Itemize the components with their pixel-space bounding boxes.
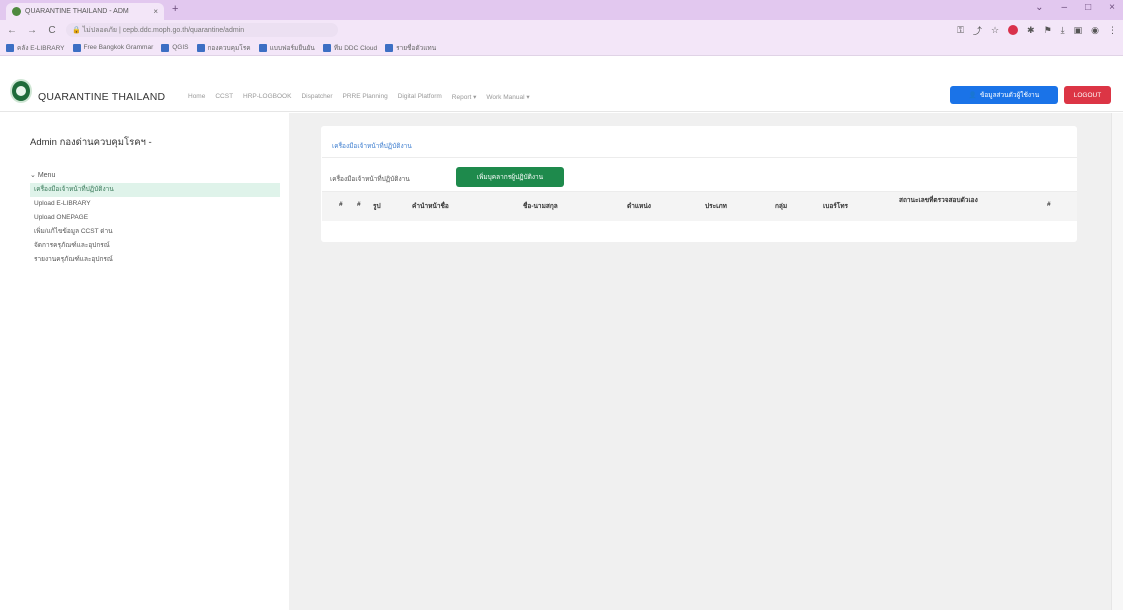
minimize-icon[interactable]: – bbox=[1062, 2, 1068, 13]
menu-digital-platform[interactable]: Digital Platform bbox=[398, 93, 442, 101]
col-prefix[interactable]: คำนำหน้าชื่อ bbox=[412, 201, 449, 211]
bookmark-item[interactable]: ทีม DDC Cloud bbox=[322, 43, 377, 53]
key-icon[interactable]: ⚿ bbox=[957, 25, 964, 36]
bookmarks-bar: คลัง E-LIBRARY Free Bangkok Grammar QGIS… bbox=[0, 40, 1123, 56]
forward-icon[interactable]: → bbox=[26, 25, 38, 36]
maximize-icon[interactable]: □ bbox=[1085, 2, 1091, 13]
close-window-icon[interactable]: × bbox=[1109, 2, 1115, 13]
menu-hrp-logbook[interactable]: HRP-LOGBOOK bbox=[243, 93, 291, 101]
pin-icon[interactable]: ✱ bbox=[1027, 25, 1035, 36]
download-icon[interactable]: ⤓ bbox=[1061, 25, 1065, 36]
back-icon[interactable]: ← bbox=[6, 25, 18, 36]
extensions-area: ⚿ ⤴ ☆ ✱ ⚑ ⤓ ▣ ◉ ⋮ bbox=[957, 24, 1117, 37]
logo-emblem-icon bbox=[16, 86, 26, 96]
menu-home[interactable]: Home bbox=[188, 93, 205, 101]
main-menu: Home CCST HRP-LOGBOOK Dispatcher PRRE Pl… bbox=[188, 93, 530, 101]
address-bar-row: ← → C 🔒 ไม่ปลอดภัย | cepb.ddc.moph.go.th… bbox=[0, 20, 1123, 40]
col-name[interactable]: ชื่อ-นามสกุล bbox=[523, 201, 558, 211]
share-icon[interactable]: ⤴ bbox=[973, 24, 982, 37]
sidebar-item-upload-onepage[interactable]: Upload ONEPAGE bbox=[30, 211, 280, 225]
bookmark-item[interactable]: รายชื่อตัวแทน bbox=[385, 43, 436, 53]
sidebar-menu-header[interactable]: ⌄ Menu bbox=[30, 171, 280, 183]
menu-work-manual[interactable]: Work Manual ▾ bbox=[486, 93, 529, 101]
bookmark-icon bbox=[258, 43, 267, 52]
add-staff-button[interactable]: เพิ่มบุคลากรผู้ปฏิบัติงาน bbox=[456, 167, 564, 187]
browser-tab-title: QUARANTINE THAILAND - ADM bbox=[25, 8, 129, 15]
menu-prre-planning[interactable]: PRRE Planning bbox=[343, 93, 388, 101]
bookmark-item[interactable]: Free Bangkok Grammar bbox=[72, 43, 153, 52]
bookmark-icon bbox=[161, 43, 170, 52]
col-select[interactable]: # bbox=[339, 201, 343, 208]
kebab-menu-icon[interactable]: ⋮ bbox=[1108, 25, 1117, 36]
site-favicon-icon bbox=[12, 7, 21, 16]
col-group[interactable]: กลุ่ม bbox=[775, 201, 787, 211]
bookmark-item[interactable]: แบบฟอร์มยืนยัน bbox=[258, 43, 315, 53]
brand-title[interactable]: QUARANTINE THAILAND bbox=[38, 91, 165, 103]
page-scrollbar[interactable] bbox=[1111, 113, 1123, 610]
sidepanel-icon[interactable]: ▣ bbox=[1074, 25, 1083, 36]
url-bar[interactable]: 🔒 ไม่ปลอดภัย | cepb.ddc.moph.go.th/quara… bbox=[66, 23, 338, 37]
bookmark-icon bbox=[6, 43, 14, 52]
sidebar-menu-label: Menu bbox=[37, 172, 56, 179]
reload-icon[interactable]: C bbox=[46, 25, 58, 36]
bookmark-item[interactable]: QGIS bbox=[161, 43, 189, 52]
sidebar-item-manage-equipment[interactable]: จัดการครุภัณฑ์และอุปกรณ์ bbox=[30, 239, 280, 253]
close-tab-icon[interactable]: × bbox=[153, 7, 158, 16]
extension-icon[interactable]: ⚑ bbox=[1044, 25, 1052, 36]
new-tab-icon[interactable]: + bbox=[172, 3, 178, 15]
user-icon: 👤 bbox=[968, 92, 977, 99]
sidebar-item-staff-tools[interactable]: เครื่องมือเจ้าหน้าที่ปฏิบัติงาน bbox=[30, 183, 280, 197]
window-controls: ⌄ – □ × bbox=[1035, 2, 1115, 13]
card-divider bbox=[322, 157, 1077, 158]
bookmark-item[interactable]: กองควบคุมโรค bbox=[196, 43, 251, 53]
bookmark-icon bbox=[322, 43, 331, 52]
star-icon[interactable]: ☆ bbox=[991, 25, 999, 36]
col-phone[interactable]: เบอร์โทร bbox=[823, 201, 848, 211]
user-profile-button[interactable]: 👤 ข้อมูลส่วนตัวผู้ใช้งาน bbox=[950, 86, 1058, 104]
browser-tab-strip bbox=[0, 0, 1123, 20]
sidebar-title: Admin กองด่านควบคุมโรคฯ - bbox=[30, 137, 152, 148]
col-position[interactable]: ตำแหน่ง bbox=[627, 201, 651, 211]
card-title-link[interactable]: เครื่องมือเจ้าหน้าที่ปฏิบัติงาน bbox=[332, 141, 412, 151]
tab-search-icon[interactable]: ⌄ bbox=[1035, 2, 1043, 13]
sidebar-item-ccst-data[interactable]: เพิ่ม/แก้ไขข้อมูล CCST ด่าน bbox=[30, 225, 280, 239]
bookmark-icon bbox=[72, 43, 81, 52]
user-profile-label: ข้อมูลส่วนตัวผู้ใช้งาน bbox=[979, 92, 1040, 99]
bookmark-item[interactable]: คลัง E-LIBRARY bbox=[6, 43, 65, 53]
sidebar-item-equipment-report[interactable]: รายงานครุภัณฑ์และอุปกรณ์ bbox=[30, 253, 280, 267]
profile-icon[interactable]: ◉ bbox=[1091, 25, 1099, 36]
col-status[interactable]: สถานะเลขที่ตรวจสอบตัวเอง bbox=[899, 196, 987, 205]
content-card bbox=[321, 126, 1077, 242]
sidebar-item-upload-elibrary[interactable]: Upload E-LIBRARY bbox=[30, 197, 280, 211]
col-type[interactable]: ประเภท bbox=[705, 201, 727, 211]
sidebar-menu: ⌄ Menu เครื่องมือเจ้าหน้าที่ปฏิบัติงาน U… bbox=[30, 171, 280, 267]
bookmark-icon bbox=[385, 43, 394, 52]
extension-red-icon[interactable] bbox=[1008, 25, 1019, 35]
url-text: 🔒 ไม่ปลอดภัย | cepb.ddc.moph.go.th/quara… bbox=[72, 26, 245, 34]
bookmark-icon bbox=[196, 43, 205, 52]
col-index[interactable]: # bbox=[357, 201, 361, 208]
menu-report[interactable]: Report ▾ bbox=[452, 93, 477, 101]
chevron-down-icon: ⌄ bbox=[30, 172, 36, 179]
logout-button[interactable]: LOGOUT bbox=[1064, 86, 1111, 104]
card-subtitle: เครื่องมือเจ้าหน้าที่ปฏิบัติงาน bbox=[330, 176, 410, 183]
col-photo[interactable]: รูป bbox=[373, 201, 381, 211]
menu-dispatcher[interactable]: Dispatcher bbox=[301, 93, 332, 101]
col-actions[interactable]: # bbox=[1047, 201, 1051, 208]
menu-ccst[interactable]: CCST bbox=[215, 93, 233, 101]
browser-tab[interactable]: QUARANTINE THAILAND - ADM × bbox=[6, 3, 164, 20]
